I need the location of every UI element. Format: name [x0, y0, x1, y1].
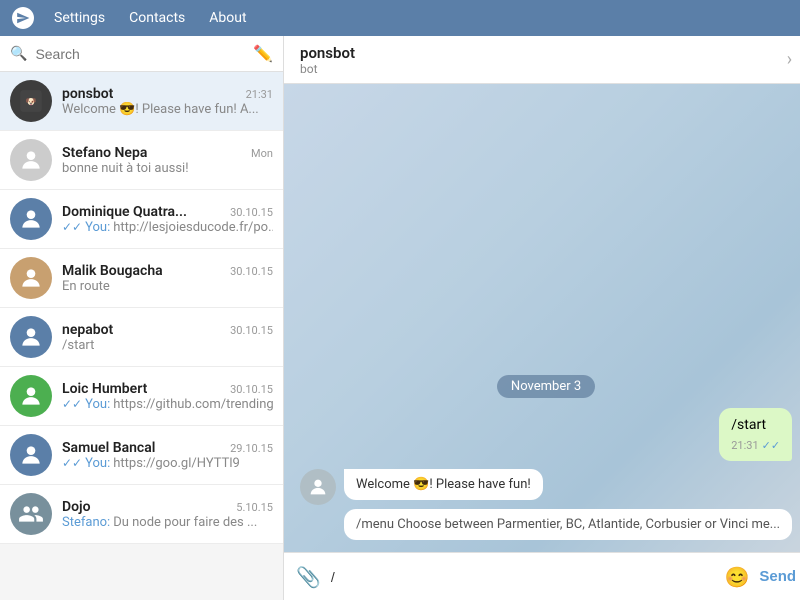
message-check-icon: ✓✓ [762, 438, 780, 453]
chat-name-row: Malik Bougacha 30.10.15 [62, 263, 273, 279]
chat-preview: bonne nuit à toi aussi! [62, 161, 273, 176]
chat-avatar [10, 434, 52, 476]
chat-info: Loic Humbert 30.10.15 ✓✓You: https://git… [62, 381, 273, 412]
chat-preview: ✓✓You: https://goo.gl/HYTTl9 [62, 456, 273, 471]
chat-avatar [10, 316, 52, 358]
chat-info: Samuel Bancal 29.10.15 ✓✓You: https://go… [62, 440, 273, 471]
chat-name-row: Dominique Quatra... 30.10.15 [62, 204, 273, 220]
chat-list-item[interactable]: 🐶 ponsbot 21:31 Welcome 😎! Please have f… [0, 72, 283, 131]
chat-name: Samuel Bancal [62, 440, 155, 456]
chat-info: Dojo 5.10.15 Stefano: Du node pour faire… [62, 499, 273, 530]
chat-header: ponsbot bot › [284, 36, 800, 84]
outgoing-message: /start 21:31 ✓✓ [300, 408, 792, 461]
chat-time: Mon [251, 147, 273, 160]
chat-list-item[interactable]: nepabot 30.10.15 /start [0, 308, 283, 367]
chat-avatar [10, 198, 52, 240]
chat-avatar: 🐶 [10, 80, 52, 122]
chat-info: Dominique Quatra... 30.10.15 ✓✓You: http… [62, 204, 273, 235]
date-badge: November 3 [497, 375, 595, 398]
chat-name-row: Stefano Nepa Mon [62, 145, 273, 161]
emoji-icon[interactable]: 😊 [725, 565, 750, 589]
main-layout: 🔍 ✏️ 🐶 ponsbot 21:31 Welcome 😎! Please h… [0, 36, 800, 600]
search-bar: 🔍 ✏️ [0, 36, 283, 72]
chat-avatar [10, 375, 52, 417]
chat-preview: En route [62, 279, 273, 294]
chat-avatar [10, 139, 52, 181]
attach-icon[interactable]: 📎 [296, 565, 321, 589]
chat-preview: ✓✓You: https://github.com/trending [62, 397, 273, 412]
chat-info: Stefano Nepa Mon bonne nuit à toi aussi! [62, 145, 273, 176]
chat-name-row: Samuel Bancal 29.10.15 [62, 440, 273, 456]
message-input[interactable] [331, 569, 715, 585]
compose-icon[interactable]: ✏️ [253, 44, 273, 63]
chat-info: Malik Bougacha 30.10.15 En route [62, 263, 273, 294]
chat-time: 30.10.15 [230, 265, 273, 278]
contacts-nav[interactable]: Contacts [119, 6, 195, 30]
bot-message-row-welcome: Welcome 😎! Please have fun! [300, 469, 792, 505]
message-bubble-outgoing: /start 21:31 ✓✓ [719, 408, 792, 461]
chat-info: ponsbot 21:31 Welcome 😎! Please have fun… [62, 86, 273, 117]
chat-name: nepabot [62, 322, 113, 338]
bot-menu-bubble: /menu Choose between Parmentier, BC, Atl… [344, 509, 792, 540]
send-button[interactable]: Send [759, 568, 796, 585]
chat-header-info: ponsbot bot [300, 44, 355, 76]
bot-avatar [300, 469, 336, 505]
chat-list-item[interactable]: Samuel Bancal 29.10.15 ✓✓You: https://go… [0, 426, 283, 485]
chat-name: Stefano Nepa [62, 145, 147, 161]
sidebar: 🔍 ✏️ 🐶 ponsbot 21:31 Welcome 😎! Please h… [0, 36, 284, 600]
chat-name: ponsbot [62, 86, 113, 102]
chat-list-item[interactable]: Dojo 5.10.15 Stefano: Du node pour faire… [0, 485, 283, 544]
chat-time: 30.10.15 [230, 383, 273, 396]
chat-contact-name: ponsbot [300, 44, 355, 62]
about-nav[interactable]: About [199, 6, 256, 30]
chat-contact-status: bot [300, 62, 355, 76]
chat-preview: /start [62, 338, 273, 353]
chat-name: Malik Bougacha [62, 263, 163, 279]
messages-area: November 3 /start 21:31 ✓✓ Welcome 😎! Pl… [284, 84, 800, 552]
settings-nav[interactable]: Settings [44, 6, 115, 30]
chat-name: Dominique Quatra... [62, 204, 187, 220]
topbar: Settings Contacts About [0, 0, 800, 36]
chat-list-item[interactable]: Malik Bougacha 30.10.15 En route [0, 249, 283, 308]
chat-name-row: nepabot 30.10.15 [62, 322, 273, 338]
chat-time: 21:31 [246, 88, 273, 101]
chat-info: nepabot 30.10.15 /start [62, 322, 273, 353]
search-icon: 🔍 [10, 46, 27, 62]
chat-avatar [10, 493, 52, 535]
chat-name-row: Dojo 5.10.15 [62, 499, 273, 515]
chat-time: 5.10.15 [236, 501, 273, 514]
chat-time: 30.10.15 [230, 324, 273, 337]
input-bar: 📎 😊 Send [284, 552, 800, 600]
chat-name-row: ponsbot 21:31 [62, 86, 273, 102]
message-text: /start [731, 416, 780, 436]
chat-time: 29.10.15 [230, 442, 273, 455]
chat-name-row: Loic Humbert 30.10.15 [62, 381, 273, 397]
chat-name: Loic Humbert [62, 381, 147, 397]
chat-preview: ✓✓You: http://lesjoiesducode.fr/po... [62, 220, 273, 235]
search-input[interactable] [35, 46, 245, 62]
chat-list-item[interactable]: Dominique Quatra... 30.10.15 ✓✓You: http… [0, 190, 283, 249]
chat-preview: Welcome 😎! Please have fun! A... [62, 102, 273, 117]
svg-text:🐶: 🐶 [26, 97, 37, 107]
message-meta: 21:31 ✓✓ [731, 438, 780, 453]
chat-main: ponsbot bot › November 3 /start 21:31 ✓✓ [284, 36, 800, 600]
chat-list: 🐶 ponsbot 21:31 Welcome 😎! Please have f… [0, 72, 283, 600]
chat-avatar [10, 257, 52, 299]
app-logo [12, 7, 34, 29]
message-time: 21:31 [731, 438, 758, 453]
chat-name: Dojo [62, 499, 91, 515]
chat-time: 30.10.15 [230, 206, 273, 219]
expand-chat-icon[interactable]: › [787, 49, 792, 70]
chat-list-item[interactable]: Loic Humbert 30.10.15 ✓✓You: https://git… [0, 367, 283, 426]
chat-preview: Stefano: Du node pour faire des ... [62, 515, 273, 530]
chat-list-item[interactable]: Stefano Nepa Mon bonne nuit à toi aussi! [0, 131, 283, 190]
bot-welcome-bubble: Welcome 😎! Please have fun! [344, 469, 543, 500]
